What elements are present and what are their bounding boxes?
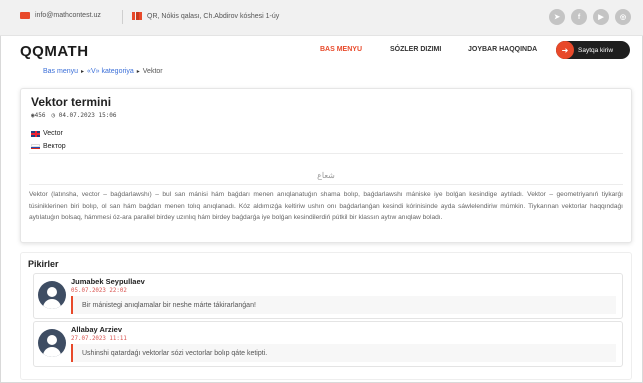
term-meta: ◉456 ◷ 04.07.2023 15:06 (31, 112, 117, 119)
topbar-divider (122, 10, 123, 24)
breadcrumb-home[interactable]: Bas menyu (43, 68, 78, 75)
mail-icon (20, 12, 30, 19)
telegram-icon[interactable]: ➤ (549, 9, 565, 25)
nav-about-project[interactable]: JOYBAR HAQQINDA (468, 46, 537, 53)
email-text: info@mathcontest.uz (35, 12, 101, 19)
arabic-term: ﺷﻌﺎﻉ (317, 171, 335, 180)
breadcrumb-category[interactable]: «V» kategoriya (87, 68, 134, 75)
divider (29, 153, 623, 154)
publish-date: ◷ 04.07.2023 15:06 (51, 112, 117, 119)
instagram-icon[interactable]: ◎ (615, 9, 631, 25)
translation-russian: Вектор (31, 143, 66, 150)
english-term: Vector (43, 130, 63, 137)
contact-address: QR, Nókis qalası, Ch.Abdirov kóshesi 1-ú… (132, 12, 279, 20)
login-icon: ➜ (556, 41, 574, 59)
translation-english: Vector (31, 130, 63, 137)
user-avatar-icon (38, 281, 66, 309)
facebook-icon[interactable]: f (571, 9, 587, 25)
login-label: Saytqa kiriw (578, 46, 614, 54)
contact-email[interactable]: info@mathcontest.uz (20, 12, 101, 19)
comment-date: 05.07.2023 22:02 (71, 288, 127, 294)
address-text: QR, Nókis qalası, Ch.Abdirov kóshesi 1-ú… (147, 12, 280, 20)
breadcrumb-current: Vektor (142, 68, 163, 75)
comments-title: Pikirler (28, 259, 59, 269)
term-title: Vektor termini (31, 95, 112, 109)
term-card: Vektor termini ◉456 ◷ 04.07.2023 15:06 V… (20, 88, 632, 243)
site-logo[interactable]: QQMATH (20, 43, 89, 60)
chevron-right-icon: ▸ (136, 69, 140, 75)
breadcrumb: Bas menyu ▸ «V» kategoriya ▸ Vektor (43, 68, 163, 75)
clock-icon: ◷ (51, 112, 56, 119)
term-description: Vektor (latınsha, vector – baǵdarlawshı)… (29, 191, 623, 221)
comment-text: Ushinshi qatardaǵı vektorlar sózi vector… (71, 344, 616, 362)
map-icon (132, 12, 142, 20)
social-links: ➤ f ▶ ◎ (549, 9, 631, 25)
divider (29, 184, 623, 185)
russia-flag-icon (31, 143, 40, 150)
user-avatar-icon (38, 329, 66, 357)
nav-dictionary[interactable]: SÓZLER DIZIMI (390, 46, 441, 53)
comment-item: Allabay Arziev 27.07.2023 11:11 Ushinshi… (33, 321, 623, 367)
comment-item: Jumabek Seypullaev 05.07.2023 22:02 Bir … (33, 273, 623, 319)
top-info-bar: info@mathcontest.uz QR, Nókis qalası, Ch… (0, 0, 643, 36)
login-button[interactable]: ➜ Saytqa kiriw (556, 41, 630, 59)
comment-author: Jumabek Seypullaev (71, 277, 145, 286)
comment-text: Bir mánistegi anıqlamalar bir neshe márt… (71, 296, 616, 314)
nav-home[interactable]: BAS MENYU (320, 46, 362, 53)
uk-flag-icon (31, 130, 40, 137)
chevron-right-icon: ▸ (81, 69, 85, 75)
russian-term: Вектор (43, 143, 66, 150)
comment-author: Allabay Arziev (71, 325, 122, 334)
views-count: ◉456 (31, 112, 46, 119)
comment-date: 27.07.2023 11:11 (71, 336, 127, 342)
youtube-icon[interactable]: ▶ (593, 9, 609, 25)
